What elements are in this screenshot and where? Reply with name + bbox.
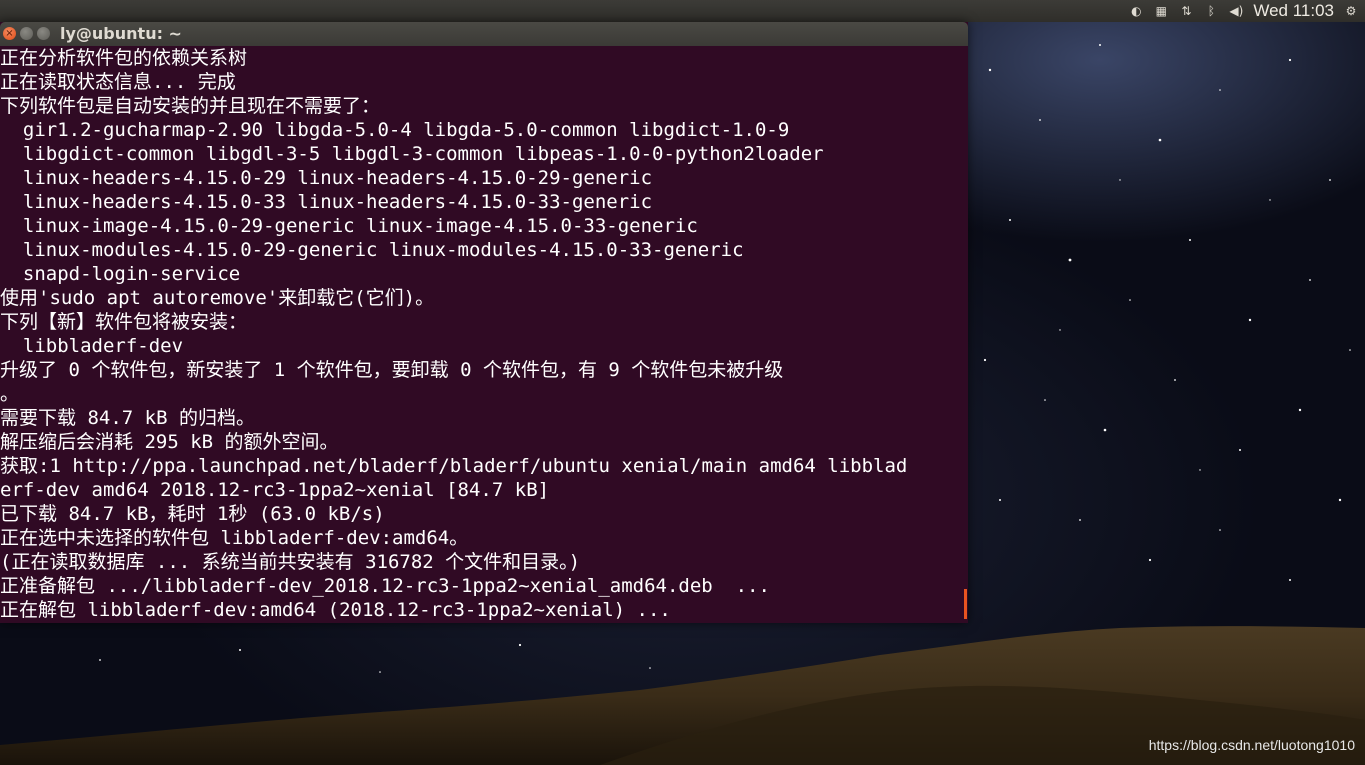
system-tray: ◐ ▦ ⇅ ᛒ ◀) Wed 11:03 ⚙	[1128, 0, 1359, 22]
maximize-icon[interactable]	[37, 27, 50, 40]
terminal-line: erf-dev amd64 2018.12-rc3-1ppa2~xenial […	[0, 479, 550, 501]
terminal-line: 正准备解包 .../libbladerf-dev_2018.12-rc3-1pp…	[0, 575, 770, 597]
terminal-line: linux-headers-4.15.0-29 linux-headers-4.…	[0, 167, 653, 189]
ubuntu-one-icon[interactable]: ◐	[1128, 3, 1144, 19]
terminal-line: 获取:1 http://ppa.launchpad.net/bladerf/bl…	[0, 455, 908, 477]
terminal-line: snapd-login-service	[0, 263, 241, 285]
terminal-line: 下列【新】软件包将被安装：	[0, 311, 248, 333]
terminal-line: 正在选中未选择的软件包 libbladerf-dev:amd64。	[0, 527, 469, 549]
terminal-window: × ly@ubuntu: ~ 正在分析软件包的依赖关系树 正在读取状态信息... …	[0, 22, 968, 623]
terminal-line: 正在读取状态信息... 完成	[0, 71, 236, 93]
window-titlebar[interactable]: × ly@ubuntu: ~	[0, 22, 968, 46]
volume-icon[interactable]: ◀)	[1228, 3, 1244, 19]
terminal-line: linux-image-4.15.0-29-generic linux-imag…	[0, 215, 698, 237]
window-title: ly@ubuntu: ~	[60, 24, 182, 43]
top-panel: ◐ ▦ ⇅ ᛒ ◀) Wed 11:03 ⚙	[0, 0, 1365, 22]
bluetooth-icon[interactable]: ᛒ	[1203, 3, 1219, 19]
terminal-line: linux-modules-4.15.0-29-generic linux-mo…	[0, 239, 744, 261]
terminal-line: libbladerf-dev	[0, 335, 184, 357]
terminal-line: 解压缩后会消耗 295 kB 的额外空间。	[0, 431, 339, 453]
gear-icon[interactable]: ⚙	[1343, 3, 1359, 19]
keyboard-icon[interactable]: ▦	[1153, 3, 1169, 19]
scrollbar[interactable]	[964, 589, 967, 619]
terminal-line: gir1.2-gucharmap-2.90 libgda-5.0-4 libgd…	[0, 119, 790, 141]
terminal-line: libgdict-common libgdl-3-5 libgdl-3-comm…	[0, 143, 824, 165]
close-icon[interactable]: ×	[3, 27, 16, 40]
terminal-line: (正在读取数据库 ... 系统当前共安装有 316782 个文件和目录。)	[0, 551, 581, 573]
terminal-line: 使用'sudo apt autoremove'来卸载它(它们)。	[0, 287, 435, 309]
terminal-line: 升级了 0 个软件包，新安装了 1 个软件包，要卸载 0 个软件包，有 9 个软…	[0, 359, 784, 381]
terminal-line: linux-headers-4.15.0-33 linux-headers-4.…	[0, 191, 653, 213]
minimize-icon[interactable]	[20, 27, 33, 40]
terminal-line: 。	[0, 383, 20, 405]
terminal-line: 需要下载 84.7 kB 的归档。	[0, 407, 255, 429]
terminal-line: 已下载 84.7 kB，耗时 1秒 (63.0 kB/s)	[0, 503, 385, 525]
watermark: https://blog.csdn.net/luotong1010	[1148, 737, 1355, 753]
terminal-line: 正在分析软件包的依赖关系树	[0, 47, 248, 69]
terminal-line: 正在解包 libbladerf-dev:amd64 (2018.12-rc3-1…	[0, 599, 671, 621]
network-icon[interactable]: ⇅	[1178, 3, 1194, 19]
clock[interactable]: Wed 11:03	[1253, 1, 1334, 21]
terminal-output[interactable]: 正在分析软件包的依赖关系树 正在读取状态信息... 完成 下列软件包是自动安装的并且…	[0, 46, 964, 623]
terminal-line: 下列软件包是自动安装的并且现在不需要了：	[0, 95, 381, 117]
